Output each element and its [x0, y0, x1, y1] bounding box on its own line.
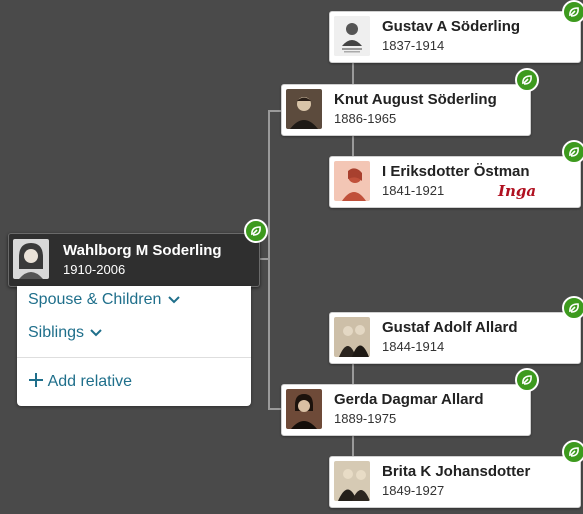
plus-icon — [29, 373, 43, 387]
hint-leaf-icon[interactable] — [515, 68, 539, 92]
person-photo — [13, 239, 49, 279]
connector-line — [352, 433, 354, 458]
person-card-gustav-a-soderling[interactable]: Gustav A Söderling 1837-1914 — [329, 11, 581, 63]
hint-leaf-icon[interactable] — [515, 368, 539, 392]
person-name: Gerda Dagmar Allard — [334, 391, 484, 408]
person-card-gerda-dagmar-allard[interactable]: Gerda Dagmar Allard 1889-1975 — [281, 384, 531, 436]
person-photo — [334, 16, 370, 56]
person-card-gustaf-adolf-allard[interactable]: Gustaf Adolf Allard 1844-1914 — [329, 312, 581, 364]
person-dates: 1841-1921 — [382, 183, 445, 198]
person-card-knut-august-soderling[interactable]: Knut August Söderling 1886-1965 — [281, 84, 531, 136]
person-photo — [286, 89, 322, 129]
add-relative-label: Add relative — [47, 373, 133, 390]
person-card-brita-k-johansdotter[interactable]: Brita K Johansdotter 1849-1927 — [329, 456, 581, 508]
menu-divider — [17, 357, 251, 358]
spouse-children-label: Spouse & Children — [28, 291, 162, 308]
siblings-link[interactable]: Siblings — [28, 324, 103, 342]
person-dates: 1886-1965 — [334, 111, 397, 126]
hint-leaf-icon[interactable] — [562, 296, 583, 320]
connector-line — [352, 134, 354, 156]
add-relative-button[interactable]: Add relative — [28, 372, 132, 391]
person-name: Gustaf Adolf Allard — [382, 319, 518, 336]
person-name: I Eriksdotter Östman — [382, 163, 530, 180]
person-dates: 1910-2006 — [63, 262, 126, 277]
connector-line — [268, 110, 270, 409]
handwritten-annotation: Inga — [498, 182, 537, 200]
hint-leaf-icon[interactable] — [562, 440, 583, 464]
spouse-children-link[interactable]: Spouse & Children — [28, 291, 180, 309]
person-name: Wahlborg M Soderling — [63, 242, 222, 259]
person-dates: 1844-1914 — [382, 339, 445, 354]
person-name: Knut August Söderling — [334, 91, 497, 108]
person-name: Brita K Johansdotter — [382, 463, 531, 480]
person-card-i-eriksdotter-ostman[interactable]: I Eriksdotter Östman 1841-1921 — [329, 156, 581, 208]
person-dates: 1837-1914 — [382, 38, 445, 53]
chevron-down-icon — [168, 296, 180, 304]
focus-person-card[interactable]: Wahlborg M Soderling 1910-2006 — [8, 233, 260, 287]
connector-line — [352, 60, 354, 86]
person-photo — [334, 461, 370, 501]
hint-leaf-icon[interactable] — [562, 0, 583, 24]
relatives-menu: Spouse & Children Siblings Add relative — [17, 286, 251, 406]
connector-line — [268, 110, 282, 112]
person-photo — [286, 389, 322, 429]
person-dates: 1849-1927 — [382, 483, 445, 498]
person-photo — [334, 161, 370, 201]
connector-line — [268, 408, 282, 410]
person-photo — [334, 317, 370, 357]
hint-leaf-icon[interactable] — [244, 219, 268, 243]
person-name: Gustav A Söderling — [382, 18, 521, 35]
chevron-down-icon — [90, 329, 103, 337]
hint-leaf-icon[interactable] — [562, 140, 583, 164]
person-dates: 1889-1975 — [334, 411, 397, 426]
siblings-label: Siblings — [28, 324, 85, 341]
